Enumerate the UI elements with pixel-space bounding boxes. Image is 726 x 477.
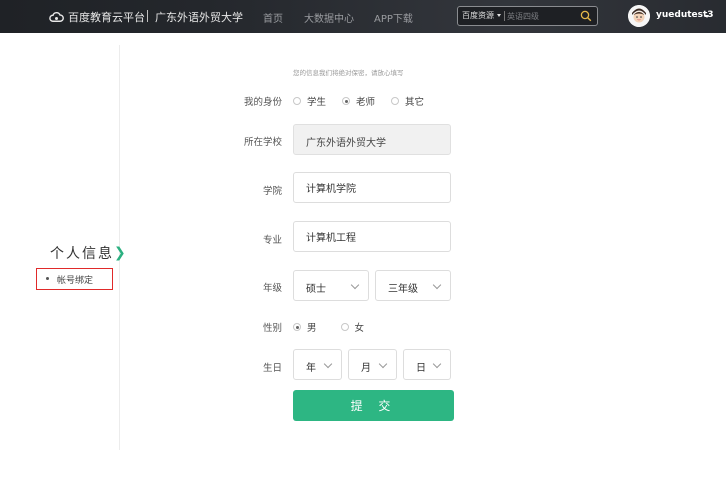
birth-year-value: 年	[306, 363, 316, 374]
birth-month-value: 月	[361, 363, 371, 374]
sidebar-title[interactable]: 个人信息	[50, 243, 114, 263]
radio-checked-icon[interactable]	[293, 323, 301, 331]
radio-checked-icon[interactable]	[342, 97, 351, 105]
chevron-down-icon	[432, 280, 442, 290]
privacy-notice: 您的信息我们将绝对保密，请放心填写	[293, 69, 404, 77]
search-input[interactable]	[507, 9, 579, 23]
gender-option-male[interactable]: 男	[293, 320, 317, 334]
school-label: 所在学校	[243, 137, 282, 148]
degree-value: 硕士	[306, 284, 326, 295]
identity-radio-group: 学生 老师 其它	[293, 94, 440, 108]
school-field: 广东外语外贸大学	[293, 124, 451, 155]
identity-option-student[interactable]: 学生	[293, 94, 326, 108]
nav-big-data[interactable]: 大数据中心	[304, 10, 354, 25]
cloud-logo-icon	[49, 11, 64, 22]
identity-option-other[interactable]: 其它	[391, 94, 424, 108]
birth-day-select[interactable]: 日	[403, 349, 451, 380]
college-field-wrapper	[293, 172, 451, 203]
school-name: 广东外语外贸大学	[155, 11, 243, 24]
degree-select[interactable]: 硕士	[293, 270, 369, 301]
school-value: 广东外语外贸大学	[306, 138, 386, 149]
major-field-wrapper	[293, 221, 451, 252]
chevron-down-icon	[378, 359, 388, 369]
search-box: 百度资源	[457, 6, 598, 26]
avatar[interactable]	[628, 5, 650, 27]
birth-year-select[interactable]: 年	[293, 349, 342, 380]
chevron-down-icon	[323, 359, 333, 369]
sidebar-item-account-binding[interactable]: 帐号绑定	[36, 268, 113, 290]
caret-down-icon[interactable]	[497, 14, 501, 17]
identity-label: 我的身份	[243, 97, 282, 108]
top-bar: 百度教育云平台 广东外语外贸大学 首页 大数据中心 APP下载 百度资源 yue…	[0, 0, 726, 33]
caret-down-icon[interactable]	[705, 15, 709, 18]
radio-icon[interactable]	[340, 323, 349, 331]
major-input[interactable]	[294, 222, 450, 251]
nav-app-download[interactable]: APP下载	[374, 10, 413, 25]
college-label: 学院	[262, 186, 282, 197]
submit-button[interactable]: 提 交	[293, 390, 454, 421]
identity-option-teacher[interactable]: 老师	[342, 94, 375, 108]
birthday-label: 生日	[262, 363, 282, 374]
major-label: 专业	[262, 235, 282, 246]
radio-icon[interactable]	[391, 97, 400, 105]
search-divider	[504, 11, 505, 21]
header-divider	[147, 10, 148, 22]
year-level-select[interactable]: 三年级	[375, 270, 451, 301]
radio-icon[interactable]	[293, 97, 301, 105]
chevron-down-icon	[350, 280, 360, 290]
option-label: 女	[354, 323, 365, 334]
chevron-right-icon[interactable]: ❯	[114, 245, 126, 261]
option-label: 学生	[307, 97, 327, 108]
gender-label: 性别	[262, 323, 282, 334]
sidebar-item-label: 帐号绑定	[57, 276, 94, 286]
birth-day-value: 日	[416, 363, 426, 374]
year-level-value: 三年级	[388, 284, 418, 295]
nav-home[interactable]: 首页	[263, 10, 283, 25]
bullet-icon	[46, 277, 49, 280]
gender-radio-group: 男 女	[293, 320, 380, 334]
option-label: 老师	[356, 97, 376, 108]
logo[interactable]: 百度教育云平台	[49, 9, 145, 25]
option-label: 男	[307, 323, 317, 334]
chevron-down-icon	[432, 359, 442, 369]
college-input[interactable]	[294, 173, 450, 202]
search-icon[interactable]	[580, 10, 592, 22]
gender-option-female[interactable]: 女	[340, 320, 365, 334]
grade-label: 年级	[262, 283, 282, 294]
birth-month-select[interactable]: 月	[348, 349, 397, 380]
option-label: 其它	[405, 97, 425, 108]
search-scope-select[interactable]: 百度资源	[462, 10, 494, 21]
logo-text: 百度教育云平台	[68, 11, 145, 24]
